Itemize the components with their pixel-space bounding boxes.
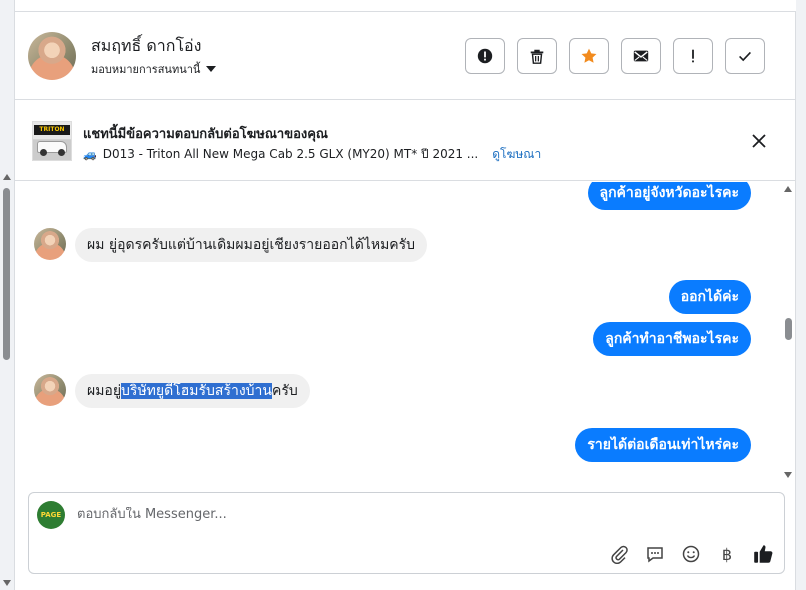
wheel	[40, 149, 47, 156]
conversation-panel: สมฤทธิ์ ดากโอ่ง มอบหมายการสนทนานี้ TRITO…	[14, 12, 796, 590]
composer-tools: ฿	[608, 543, 774, 565]
done-button[interactable]	[725, 38, 765, 74]
ad-banner-subtitle: 🚙 D013 - Triton All New Mega Cab 2.5 GLX…	[83, 145, 541, 164]
spam-button[interactable]	[673, 38, 713, 74]
paperclip-icon	[611, 545, 628, 564]
reply-input[interactable]	[77, 507, 717, 522]
report-button[interactable]	[465, 38, 505, 74]
message-list[interactable]: ลูกค้าอยู่จังหวัดอะไรคะ ผม ยู่อุดรครับแต…	[15, 182, 795, 482]
payment-button[interactable]: ฿	[716, 543, 738, 565]
conversation-header: สมฤทธิ์ ดากโอ่ง มอบหมายการสนทนานี้	[15, 12, 795, 100]
page-scrollbar[interactable]	[0, 172, 14, 590]
scroll-down-arrow-icon[interactable]	[3, 580, 11, 586]
trash-icon	[530, 49, 544, 64]
scroll-thumb[interactable]	[785, 318, 792, 340]
header-actions	[465, 38, 765, 74]
scroll-thumb[interactable]	[3, 188, 10, 360]
contact-avatar-small[interactable]	[34, 228, 66, 260]
smiley-icon	[682, 545, 700, 563]
message-bubble-outgoing[interactable]: ลูกค้าทำอาชีพอะไรคะ	[593, 322, 751, 356]
message-bubble-outgoing[interactable]: ลูกค้าอยู่จังหวัดอะไรคะ	[587, 182, 751, 210]
caret-down-icon	[206, 66, 217, 72]
scroll-up-arrow-icon[interactable]	[784, 186, 792, 192]
message-bubble-incoming[interactable]: ผมอยู่บริษัทยูดีโฮมรับสร้างบ้านครับ	[75, 374, 310, 408]
chat-bubble-icon	[647, 547, 663, 563]
ad-text: D013 - Triton All New Mega Cab 2.5 GLX (…	[102, 147, 479, 161]
right-gutter	[796, 0, 806, 590]
saved-replies-button[interactable]	[644, 543, 666, 565]
contact-avatar[interactable]	[28, 32, 76, 80]
assign-label: มอบหมายการสนทนานี้	[91, 63, 201, 76]
ad-banner-title: แชทนี้มีข้อความตอบกลับต่อโฆษณาของคุณ	[83, 127, 328, 142]
contact-avatar-small[interactable]	[34, 374, 66, 406]
exclamation-icon	[692, 49, 694, 63]
star-button[interactable]	[569, 38, 609, 74]
alert-circle-icon	[477, 48, 493, 64]
outer-strip	[0, 100, 14, 180]
car-icon: 🚙	[83, 148, 97, 161]
top-strip	[14, 0, 796, 12]
delete-button[interactable]	[517, 38, 557, 74]
baht-icon: ฿	[721, 544, 733, 564]
ad-reply-banner: TRITON แชทนี้มีข้อความตอบกลับต่อโฆษณาของ…	[15, 101, 795, 181]
message-text-post: ครับ	[271, 383, 298, 399]
assign-conversation-dropdown[interactable]: มอบหมายการสนทนานี้	[91, 60, 217, 78]
scroll-up-arrow-icon[interactable]	[3, 174, 11, 180]
wheel	[58, 149, 65, 156]
thumbs-up-icon	[754, 545, 773, 563]
like-button[interactable]	[752, 543, 774, 565]
reply-composer: PAGE ฿	[28, 492, 785, 574]
contact-name[interactable]: สมฤทธิ์ ดากโอ่ง	[91, 34, 201, 59]
selected-text[interactable]: บริษัทยูดีโฮมรับสร้างบ้าน	[121, 383, 272, 399]
ad-thumbnail[interactable]: TRITON	[32, 121, 72, 161]
check-icon	[739, 51, 751, 62]
message-bubble-outgoing[interactable]: รายได้ต่อเดือนเท่าไหร่คะ	[575, 428, 751, 462]
emoji-button[interactable]	[680, 543, 702, 565]
view-ad-link[interactable]: ดูโฆษณา	[492, 145, 541, 164]
page-avatar: PAGE	[37, 501, 65, 529]
mark-unread-button[interactable]	[621, 38, 661, 74]
message-text-pre: ผมอยู่	[87, 383, 122, 399]
scroll-down-arrow-icon[interactable]	[784, 472, 792, 478]
star-icon	[581, 48, 597, 63]
message-scrollbar[interactable]	[781, 182, 795, 482]
envelope-icon	[633, 50, 649, 62]
message-bubble-outgoing[interactable]: ออกได้ค่ะ	[668, 280, 751, 314]
ad-thumb-brand: TRITON	[34, 125, 70, 135]
attach-button[interactable]	[608, 543, 630, 565]
close-icon[interactable]	[749, 131, 769, 151]
message-bubble-incoming[interactable]: ผม ยู่อุดรครับแต่บ้านเดิมผมอยู่เชียงรายอ…	[75, 228, 428, 262]
